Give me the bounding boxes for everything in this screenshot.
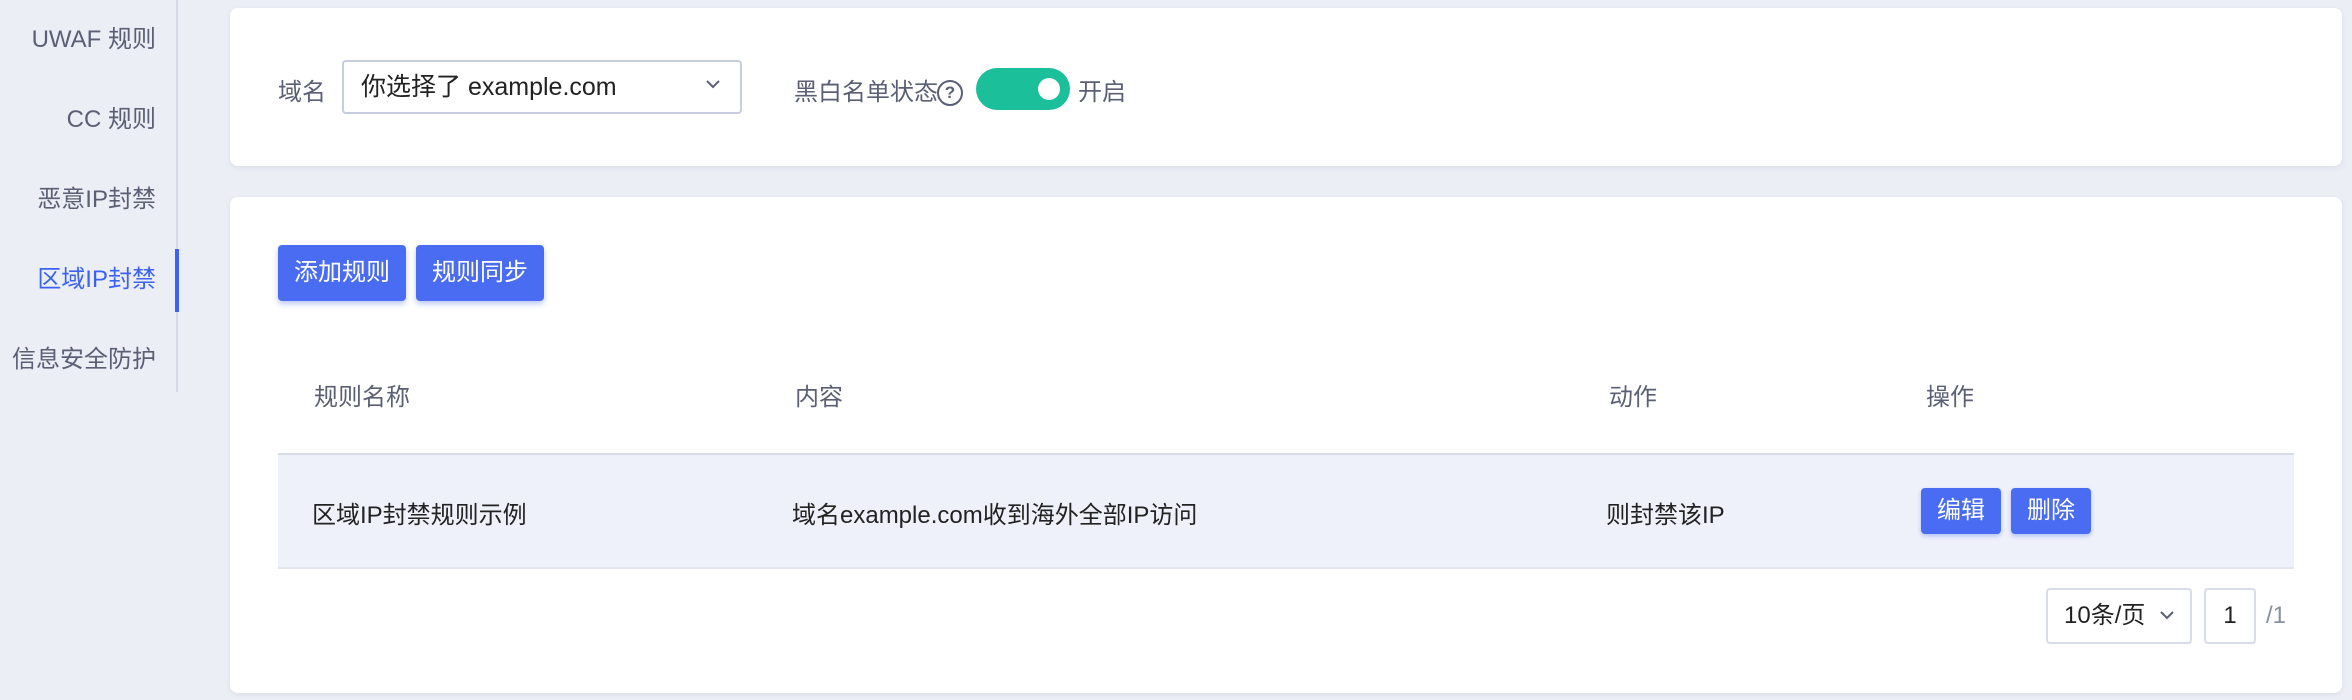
current-page-input[interactable]: 1 xyxy=(2204,588,2256,644)
rule-action-cell: 则封禁该IP xyxy=(1606,502,1725,529)
rules-table: 规则名称 内容 动作 操作 区域IP封禁规则示例 域名example.com收到… xyxy=(278,337,2294,569)
column-header-action: 动作 xyxy=(1609,384,1657,411)
page-size-select[interactable]: 10条/页 xyxy=(2046,588,2192,644)
sidebar-item-malicious-ip-ban[interactable]: 恶意IP封禁 xyxy=(37,170,156,230)
total-pages: /1 xyxy=(2266,602,2287,629)
sidebar-item-cc-rules[interactable]: CC 规则 xyxy=(67,90,156,150)
sidebar-item-info-security[interactable]: 信息安全防护 xyxy=(12,330,156,390)
toggle-state-label: 开启 xyxy=(1078,79,1126,106)
filter-card: 域名 你选择了 example.com 黑白名单状态 ? 开启 xyxy=(230,8,2342,166)
blacklist-status-toggle[interactable] xyxy=(976,68,1070,110)
page-size-value: 10条/页 xyxy=(2064,602,2146,629)
domain-select-value: 你选择了 example.com xyxy=(361,73,617,101)
sidebar-active-indicator xyxy=(175,249,179,312)
table-row: 区域IP封禁规则示例 域名example.com收到海外全部IP访问 则封禁该I… xyxy=(278,455,2294,569)
rule-content-cell: 域名example.com收到海外全部IP访问 xyxy=(792,502,1198,529)
help-icon[interactable]: ? xyxy=(937,80,963,106)
chevron-down-icon xyxy=(706,80,720,89)
column-header-operation: 操作 xyxy=(1926,384,1974,411)
column-header-content: 内容 xyxy=(795,384,843,411)
sidebar-item-region-ip-ban[interactable]: 区域IP封禁 xyxy=(37,250,156,310)
blacklist-status-label: 黑白名单状态 xyxy=(794,79,938,106)
chevron-down-icon xyxy=(2160,611,2174,620)
sync-rules-button[interactable]: 规则同步 xyxy=(416,245,544,301)
edit-button[interactable]: 编辑 xyxy=(1921,488,2001,534)
domain-select[interactable]: 你选择了 example.com xyxy=(342,60,742,114)
column-header-name: 规则名称 xyxy=(314,384,410,411)
rules-card: 添加规则 规则同步 规则名称 内容 动作 操作 区域IP封禁规则示例 域名exa… xyxy=(230,197,2342,693)
rule-name-cell: 区域IP封禁规则示例 xyxy=(312,502,527,529)
domain-label: 域名 xyxy=(278,79,326,106)
sidebar-item-uwaf-rules[interactable]: UWAF 规则 xyxy=(32,10,156,70)
toggle-knob xyxy=(1038,78,1060,100)
delete-button[interactable]: 删除 xyxy=(2011,488,2091,534)
sidebar: UWAF 规则 CC 规则 恶意IP封禁 区域IP封禁 信息安全防护 xyxy=(0,0,179,392)
add-rule-button[interactable]: 添加规则 xyxy=(278,245,406,301)
table-header: 规则名称 内容 动作 操作 xyxy=(278,337,2294,455)
